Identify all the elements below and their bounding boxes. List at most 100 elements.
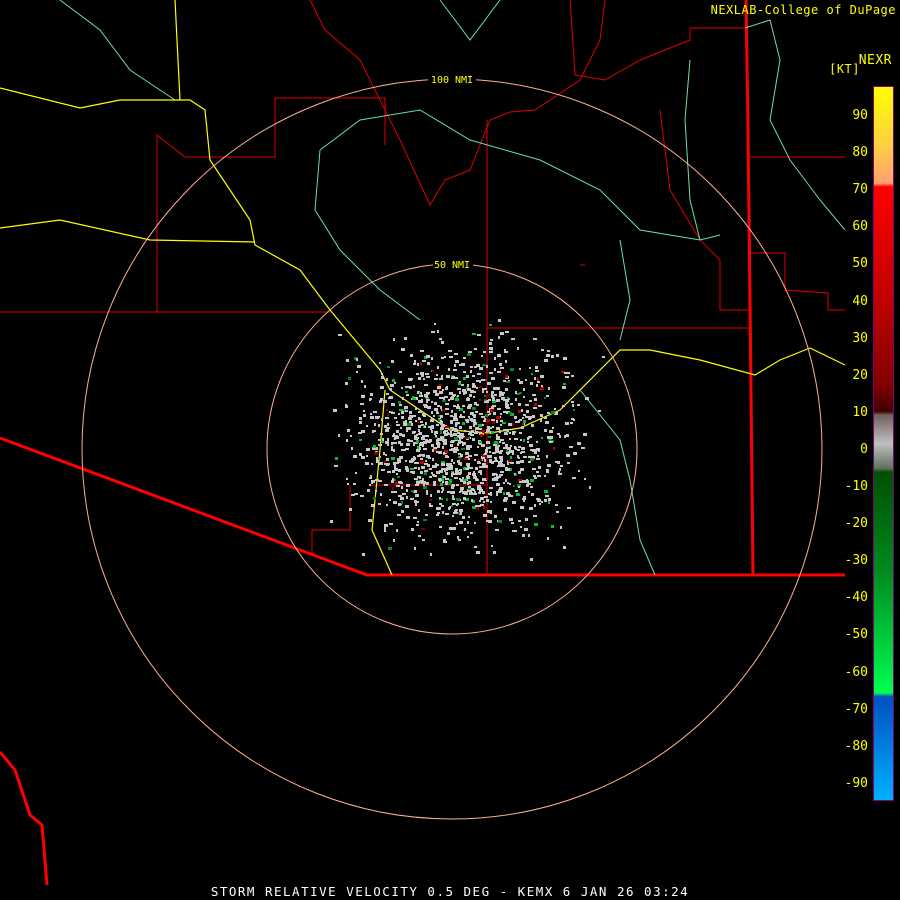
echo-pixel [537,475,541,477]
echo-pixel [453,405,456,407]
echo-pixel [515,447,517,450]
echo-pixel [443,541,447,543]
echo-pixel [421,375,424,377]
echo-pixel [534,398,537,401]
colorbar-tick: -70 [844,701,868,717]
echo-pixel [392,487,394,490]
echo-pixel [374,452,378,455]
echo-pixel [491,419,495,421]
echo-pixel [423,519,427,521]
echo-pixel [346,359,349,362]
echo-pixel [459,458,461,460]
echo-pixel [529,507,533,510]
echo-pixel [414,478,418,480]
echo-pixel [491,545,493,547]
echo-pixel [556,354,559,357]
echo-pixel [474,522,476,524]
echo-pixel [418,535,421,537]
echo-pixel [482,478,486,481]
echo-pixel [496,483,500,486]
echo-pixel [489,342,492,345]
echo-pixel [489,461,493,463]
echo-pixel [420,471,423,474]
echo-pixel [432,458,434,461]
echo-pixel [523,456,527,458]
echo-pixel [525,518,528,521]
echo-pixel [383,400,387,403]
echo-pixel [399,404,402,406]
echo-pixel [445,413,449,415]
echo-pixel [397,476,400,478]
echo-pixel [483,351,486,353]
echo-pixel [552,427,554,429]
colorbar-tick: -30 [844,553,868,569]
echo-pixel [453,369,457,371]
echo-pixel [423,404,427,406]
echo-pixel [421,466,425,469]
echo-pixel [399,409,403,411]
echo-pixel [514,473,516,475]
echo-pixel [528,534,530,537]
echo-pixel [470,434,474,436]
echo-pixel [393,539,395,542]
echo-pixel [456,406,460,409]
echo-pixel [534,403,537,406]
echo-pixel [359,417,362,420]
echo-pixel [370,393,373,396]
echo-pixel [371,504,374,507]
echo-pixel [487,455,489,458]
echo-pixel [411,528,414,531]
echo-pixel [484,453,487,455]
echo-pixel [402,397,404,400]
echo-pixel [423,448,427,450]
echo-pixel [473,416,476,418]
echo-pixel [479,462,481,464]
echo-pixel [413,385,415,388]
echo-pixel [441,487,444,489]
echo-pixel [423,486,427,489]
echo-pixel [472,333,476,335]
echo-pixel [489,510,492,512]
echo-pixel [515,421,518,423]
echo-pixel [470,532,473,534]
echo-pixel [442,409,445,412]
echo-pixel [550,436,553,439]
echo-pixel [487,382,491,385]
echo-pixel [472,385,476,388]
echo-pixel [500,367,504,369]
echo-pixel [501,464,505,467]
echo-pixel [389,396,393,399]
echo-pixel [494,457,496,459]
echo-pixel [451,505,453,507]
echo-pixel [401,348,405,351]
echo-pixel [544,475,546,477]
echo-pixel [455,398,459,401]
echo-pixel [482,364,486,366]
echo-pixel [453,416,457,419]
echo-pixel [425,460,427,462]
echo-pixel [427,362,430,365]
echo-pixel [508,460,512,462]
echo-pixel [413,444,415,446]
echo-pixel [544,397,546,399]
echo-pixel [505,469,509,471]
echo-pixel [541,385,543,387]
echo-pixel [518,410,521,413]
echo-pixel [480,482,484,484]
colorbar-tick: -10 [844,479,868,494]
echo-pixel [461,448,465,450]
echo-pixel [465,478,467,481]
echo-pixel [436,514,439,516]
echo-pixel [494,388,497,390]
echo-pixel [409,421,412,423]
echo-pixel [484,496,488,498]
echo-pixel [406,489,408,492]
echo-pixel [468,488,471,490]
echo-pixel [519,392,522,394]
echo-pixel [508,423,512,426]
echo-pixel [563,383,566,385]
echo-pixel [422,454,425,457]
echo-pixel [357,365,361,368]
echo-pixel [376,457,378,460]
echo-pixel [404,406,408,409]
